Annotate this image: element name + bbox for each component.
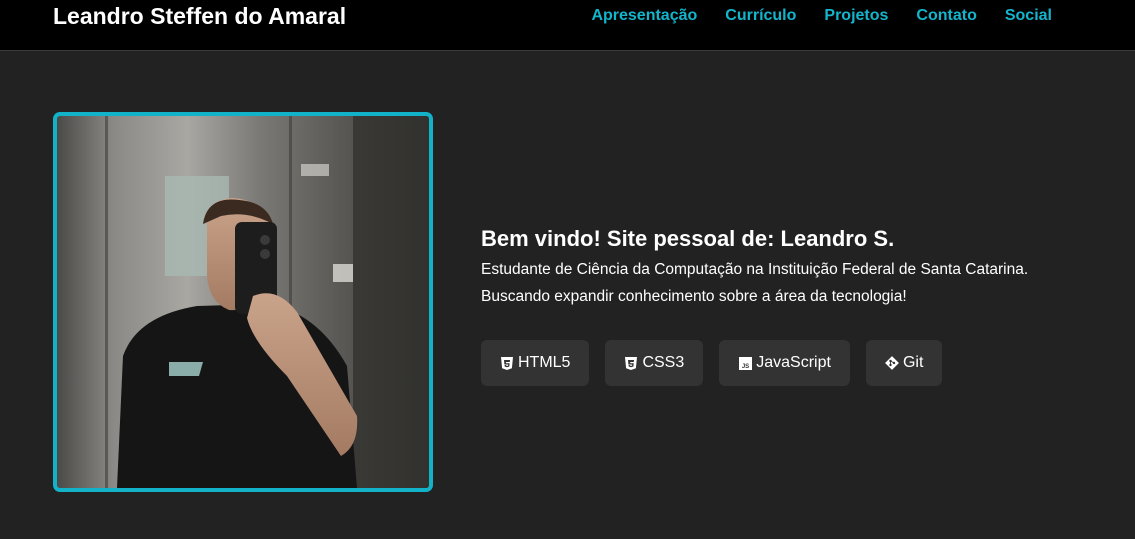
nav-link-apresentacao[interactable]: Apresentação — [591, 6, 697, 26]
nav-link-curriculo[interactable]: Currículo — [725, 6, 796, 26]
profile-photo-image — [57, 116, 429, 488]
top-navbar: Leandro Steffen do Amaral Apresentação C… — [0, 0, 1135, 51]
main-nav: Apresentação Currículo Projetos Contato … — [591, 6, 1052, 26]
git-icon — [885, 356, 899, 370]
site-brand[interactable]: Leandro Steffen do Amaral — [53, 3, 346, 29]
intro-line-1: Estudante de Ciência da Computação na In… — [481, 261, 1029, 278]
html5-icon — [500, 356, 514, 370]
nav-link-projetos[interactable]: Projetos — [824, 6, 888, 26]
skills-list: HTML5 CSS3 JS JavaScript Git — [481, 340, 943, 386]
skill-css3-label: CSS3 — [642, 354, 685, 371]
skill-javascript-label: JavaScript — [756, 354, 831, 371]
welcome-heading: Bem vindo! Site pessoal de: Leandro S. — [481, 226, 895, 251]
skill-html5[interactable]: HTML5 — [481, 340, 590, 386]
intro-description: Estudante de Ciência da Computação na In… — [481, 256, 1101, 310]
nav-link-social[interactable]: Social — [1005, 6, 1052, 26]
skill-git-label: Git — [902, 354, 924, 371]
intro-line-2: Buscando expandir conhecimento sobre a á… — [481, 288, 907, 305]
svg-text:JS: JS — [742, 364, 749, 370]
javascript-icon: JS — [738, 356, 752, 370]
profile-photo — [53, 112, 433, 492]
skill-html5-label: HTML5 — [518, 354, 571, 371]
skill-javascript[interactable]: JS JavaScript — [719, 340, 850, 386]
skill-git[interactable]: Git — [865, 340, 943, 386]
skill-css3[interactable]: CSS3 — [605, 340, 704, 386]
intro-section: Bem vindo! Site pessoal de: Leandro S. E… — [481, 226, 1101, 310]
css3-icon — [624, 356, 638, 370]
nav-link-contato[interactable]: Contato — [916, 6, 976, 26]
